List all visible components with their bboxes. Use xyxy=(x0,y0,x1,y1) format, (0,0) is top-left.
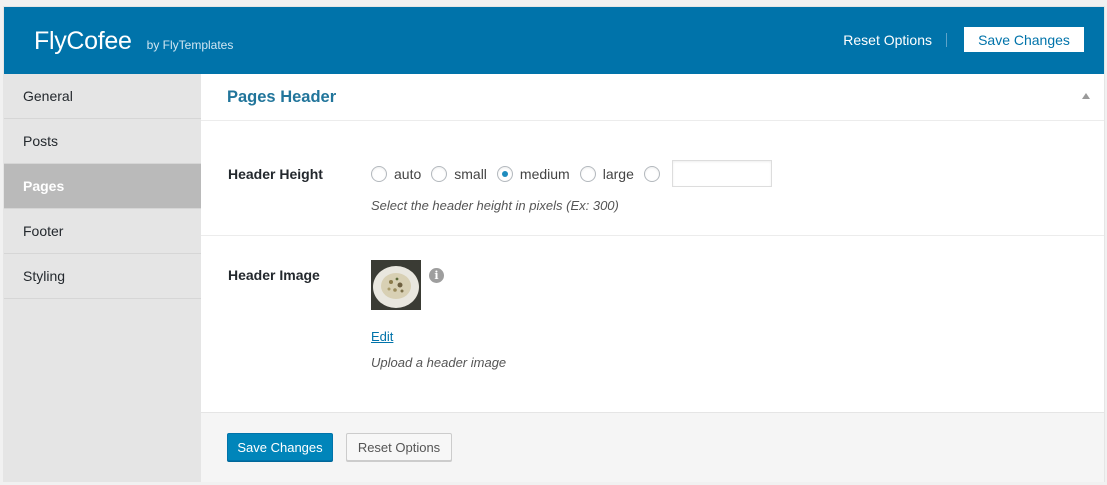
header-height-label: Header Height xyxy=(228,166,323,182)
sidebar-item-styling[interactable]: Styling xyxy=(4,254,201,299)
radio-button-selected[interactable] xyxy=(496,165,513,182)
header-image-thumbnail[interactable] xyxy=(371,260,421,310)
app-title: FlyCofee xyxy=(34,27,132,55)
header-image-label: Header Image xyxy=(228,267,320,283)
radio-button[interactable] xyxy=(371,165,387,182)
save-changes-button-top[interactable]: Save Changes xyxy=(964,27,1084,52)
options-panel: FlyCofee by FlyTemplates Reset Options S… xyxy=(3,6,1105,482)
info-icon[interactable]: i xyxy=(429,268,444,283)
reset-options-link[interactable]: Reset Options xyxy=(843,32,932,48)
custom-height-input[interactable] xyxy=(671,160,772,187)
footer-actions: Save Changes Reset Options xyxy=(201,412,1104,482)
radio-label: medium xyxy=(519,165,570,182)
radio-medium[interactable]: medium xyxy=(496,165,570,182)
main-content: Pages Header Header Height auto small me… xyxy=(201,74,1104,482)
radio-label: large xyxy=(602,165,634,182)
radio-button[interactable] xyxy=(579,165,596,182)
header-height-description: Select the header height in pixels (Ex: … xyxy=(371,198,619,213)
radio-label: small xyxy=(454,165,487,182)
radio-auto[interactable]: auto xyxy=(371,165,422,182)
app-byline: by FlyTemplates xyxy=(146,38,234,52)
top-actions: Reset Options Save Changes xyxy=(843,27,1084,52)
header-height-row: Header Height auto small medium large Se… xyxy=(201,125,1104,236)
radio-large[interactable]: large xyxy=(579,165,634,182)
reset-options-button[interactable]: Reset Options xyxy=(346,433,452,461)
sidebar-item-general[interactable]: General xyxy=(4,74,201,119)
radio-custom[interactable] xyxy=(643,165,667,182)
collapse-arrow-icon[interactable] xyxy=(1082,93,1090,99)
sidebar-item-pages[interactable]: Pages xyxy=(4,164,201,209)
radio-button[interactable] xyxy=(431,165,448,182)
radio-button[interactable] xyxy=(643,165,660,182)
section-title: Pages Header xyxy=(227,88,337,106)
sidebar: General Posts Pages Footer Styling xyxy=(4,74,201,482)
sidebar-item-posts[interactable]: Posts xyxy=(4,119,201,164)
header-height-radio-group: auto small medium large xyxy=(371,160,772,187)
radio-label: auto xyxy=(394,165,422,182)
header-image-description: Upload a header image xyxy=(371,355,507,370)
edit-image-link[interactable]: Edit xyxy=(371,329,393,344)
radio-small[interactable]: small xyxy=(431,165,487,182)
sidebar-item-footer[interactable]: Footer xyxy=(4,209,201,254)
divider xyxy=(946,32,947,47)
section-header: Pages Header xyxy=(201,74,1104,121)
brand: FlyCofee by FlyTemplates xyxy=(34,27,233,56)
top-bar: FlyCofee by FlyTemplates Reset Options S… xyxy=(4,7,1104,74)
header-image-row: Header Image i Edit Upload a header imag… xyxy=(201,237,1104,417)
save-changes-button[interactable]: Save Changes xyxy=(227,433,333,461)
